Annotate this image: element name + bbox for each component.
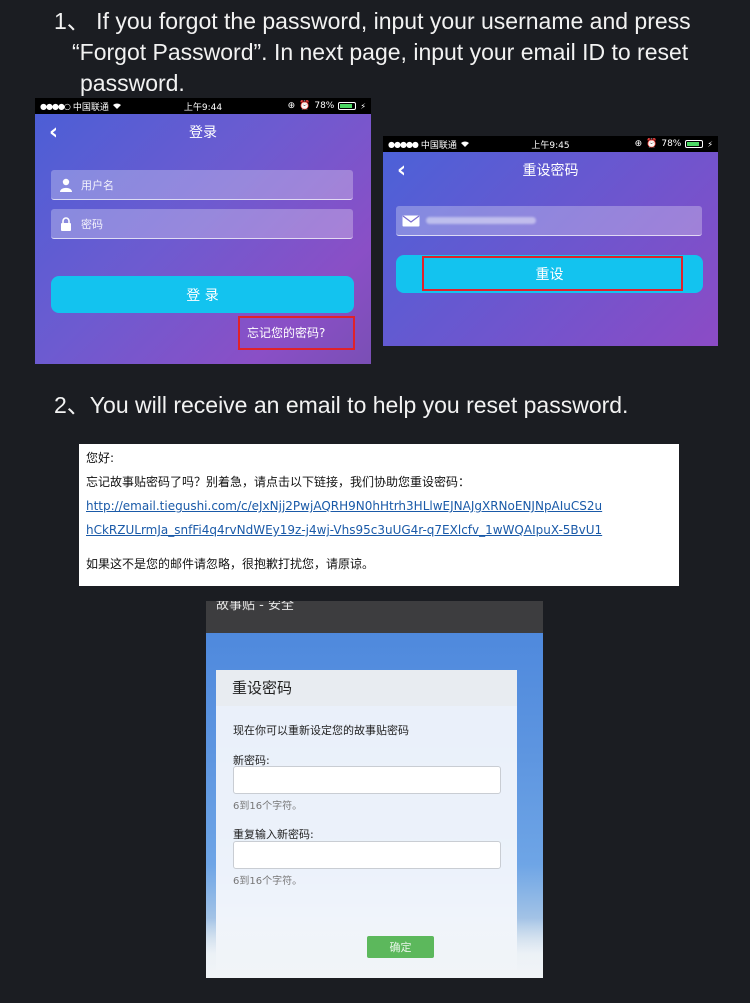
username-placeholder: 用户名 — [81, 178, 114, 192]
rotation-lock-icon: ⊕ — [287, 101, 296, 111]
reset-email: 您好: 忘记故事贴密码了吗？别着急，请点击以下链接，我们协助您重设密码： htt… — [79, 444, 679, 586]
new-password-input[interactable] — [233, 766, 501, 794]
confirm-button[interactable]: 确定 — [367, 936, 434, 958]
signal-icon: ●●●●○ — [40, 101, 71, 111]
password-input[interactable]: 密码 — [51, 209, 353, 239]
alarm-icon: ⏰ — [646, 139, 658, 149]
step1-instruction: 1、 If you forgot the password, input you… — [54, 6, 744, 99]
step1-line3: password. — [80, 70, 185, 96]
email-footer: 如果这不是您的邮件请忽略，很抱歉打扰您，请原谅。 — [86, 557, 375, 571]
nav-bar: ‹ 重设密码 — [383, 152, 718, 188]
reset-link-line2[interactable]: hCkRZULrmJa_snfFi4q4rvNdWEy19z-j4wj-Vhs9… — [86, 518, 672, 542]
alarm-icon: ⏰ — [299, 101, 311, 111]
forgot-password-link[interactable]: 忘记您的密码? — [247, 324, 325, 341]
user-icon — [51, 178, 81, 192]
site-topbar: 故事贴 - 安全 — [206, 601, 543, 633]
highlight-box — [422, 256, 683, 291]
status-bar: ●●●●○ 中国联通 上午9:44 ⊕ ⏰ 78% ⚡ — [35, 98, 371, 114]
battery-percent: 78% — [314, 101, 335, 111]
password-placeholder: 密码 — [81, 217, 103, 231]
card-description: 现在你可以重新设定您的故事贴密码 — [233, 724, 409, 737]
email-input[interactable] — [396, 206, 702, 236]
step2-instruction: 2、You will receive an email to help you … — [54, 392, 629, 418]
login-button[interactable]: 登 录 — [51, 276, 354, 313]
signal-icon: ●●●●● — [388, 139, 419, 149]
reset-link-line1[interactable]: http://email.tiegushi.com/c/eJxNjj2PwjAQ… — [86, 494, 672, 518]
email-body: 忘记故事贴密码了吗？别着急，请点击以下链接，我们协助您重设密码： — [86, 475, 471, 489]
status-time: 上午9:45 — [531, 140, 570, 151]
envelope-icon — [396, 215, 426, 227]
login-screenshot: ●●●●○ 中国联通 上午9:44 ⊕ ⏰ 78% ⚡ ‹ 登录 用户名 密码 … — [35, 98, 371, 364]
reset-screenshot: ●●●●● 中国联通 上午9:45 ⊕ ⏰ 78% ⚡ ‹ 重设密码 重设 — [383, 136, 718, 346]
card-heading: 重设密码 — [216, 670, 517, 706]
battery-percent: 78% — [661, 139, 682, 149]
nav-bar: ‹ 登录 — [35, 114, 371, 150]
status-bar: ●●●●● 中国联通 上午9:45 ⊕ ⏰ 78% ⚡ — [383, 136, 718, 152]
new-password-hint: 6到16个字符。 — [233, 801, 303, 812]
status-time: 上午9:44 — [183, 102, 223, 113]
wifi-icon — [460, 141, 469, 147]
charging-icon: ⚡ — [707, 139, 713, 149]
repeat-password-input[interactable] — [233, 841, 501, 869]
battery-icon — [685, 140, 704, 148]
page-title: 重设密码 — [522, 163, 579, 179]
username-input[interactable]: 用户名 — [51, 170, 353, 200]
step1-line2: “Forgot Password”. In next page, input y… — [72, 39, 689, 65]
back-chevron-icon[interactable]: ‹ — [397, 158, 406, 183]
carrier-label: 中国联通 — [420, 140, 457, 151]
wifi-icon — [112, 103, 121, 109]
email-greeting: 您好: — [86, 451, 115, 465]
back-chevron-icon[interactable]: ‹ — [49, 120, 58, 145]
rotation-lock-icon: ⊕ — [634, 139, 643, 149]
repeat-password-hint: 6到16个字符。 — [233, 876, 303, 887]
repeat-password-label: 重复输入新密码: — [233, 828, 314, 841]
page-title: 登录 — [189, 125, 217, 141]
charging-icon: ⚡ — [360, 101, 366, 111]
web-reset-screenshot: 故事贴 - 安全 重设密码 现在你可以重新设定您的故事贴密码 新密码: 6到16… — [206, 601, 543, 978]
carrier-label: 中国联通 — [72, 102, 109, 113]
email-value-redacted — [426, 217, 536, 224]
step1-line1: 1、 If you forgot the password, input you… — [54, 8, 691, 34]
battery-icon — [338, 102, 357, 110]
lock-icon — [51, 216, 81, 231]
